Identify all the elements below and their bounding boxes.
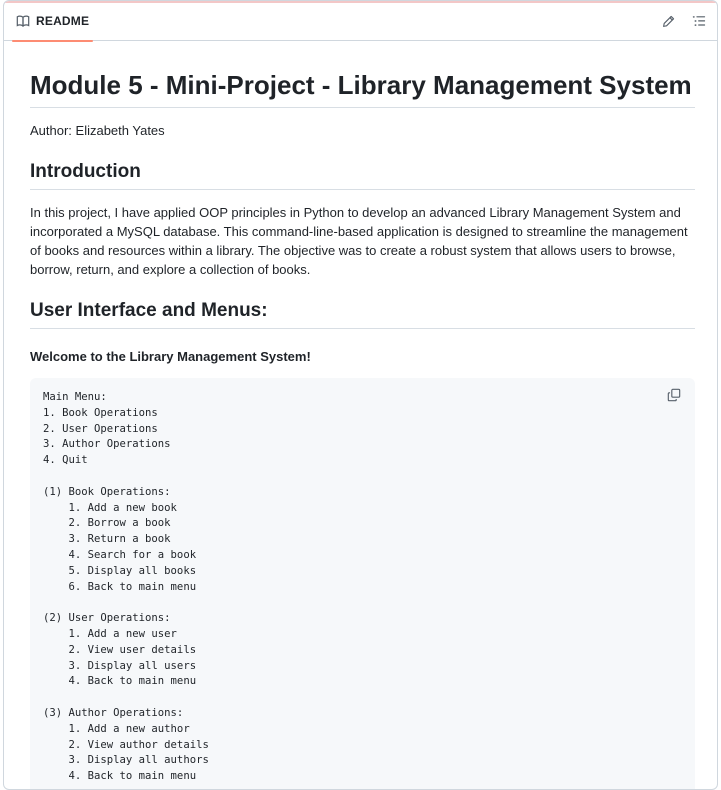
ui-menus-heading: User Interface and Menus: (30, 300, 268, 321)
outline-button[interactable] (690, 12, 708, 30)
readme-panel: README Module 5 - Mini-Project - Library… (3, 0, 718, 790)
introduction-heading: Introduction (30, 161, 141, 182)
pencil-icon (662, 15, 675, 28)
author-line: Author: Elizabeth Yates (30, 123, 165, 138)
welcome-text: Welcome to the Library Management System… (30, 349, 311, 364)
tab-active-underline (12, 40, 93, 42)
introduction-text: In this project, I have applied OOP prin… (30, 205, 688, 277)
title-divider (30, 107, 695, 108)
book-open-icon (16, 14, 30, 28)
tab-readme-label: README (36, 14, 90, 28)
copy-code-button[interactable] (667, 388, 683, 404)
edit-readme-button[interactable] (659, 12, 677, 30)
menu-code-text: Main Menu: 1. Book Operations 2. User Op… (43, 391, 209, 783)
tab-readme[interactable]: README (12, 1, 93, 42)
menu-code-block: Main Menu: 1. Book Operations 2. User Op… (30, 378, 695, 789)
introduction-divider (30, 189, 695, 190)
readme-tabbar: README (4, 1, 717, 42)
copy-icon (667, 388, 683, 402)
readme-title: Module 5 - Mini-Project - Library Manage… (30, 70, 692, 100)
ui-menus-divider (30, 328, 695, 329)
list-icon (692, 14, 706, 28)
